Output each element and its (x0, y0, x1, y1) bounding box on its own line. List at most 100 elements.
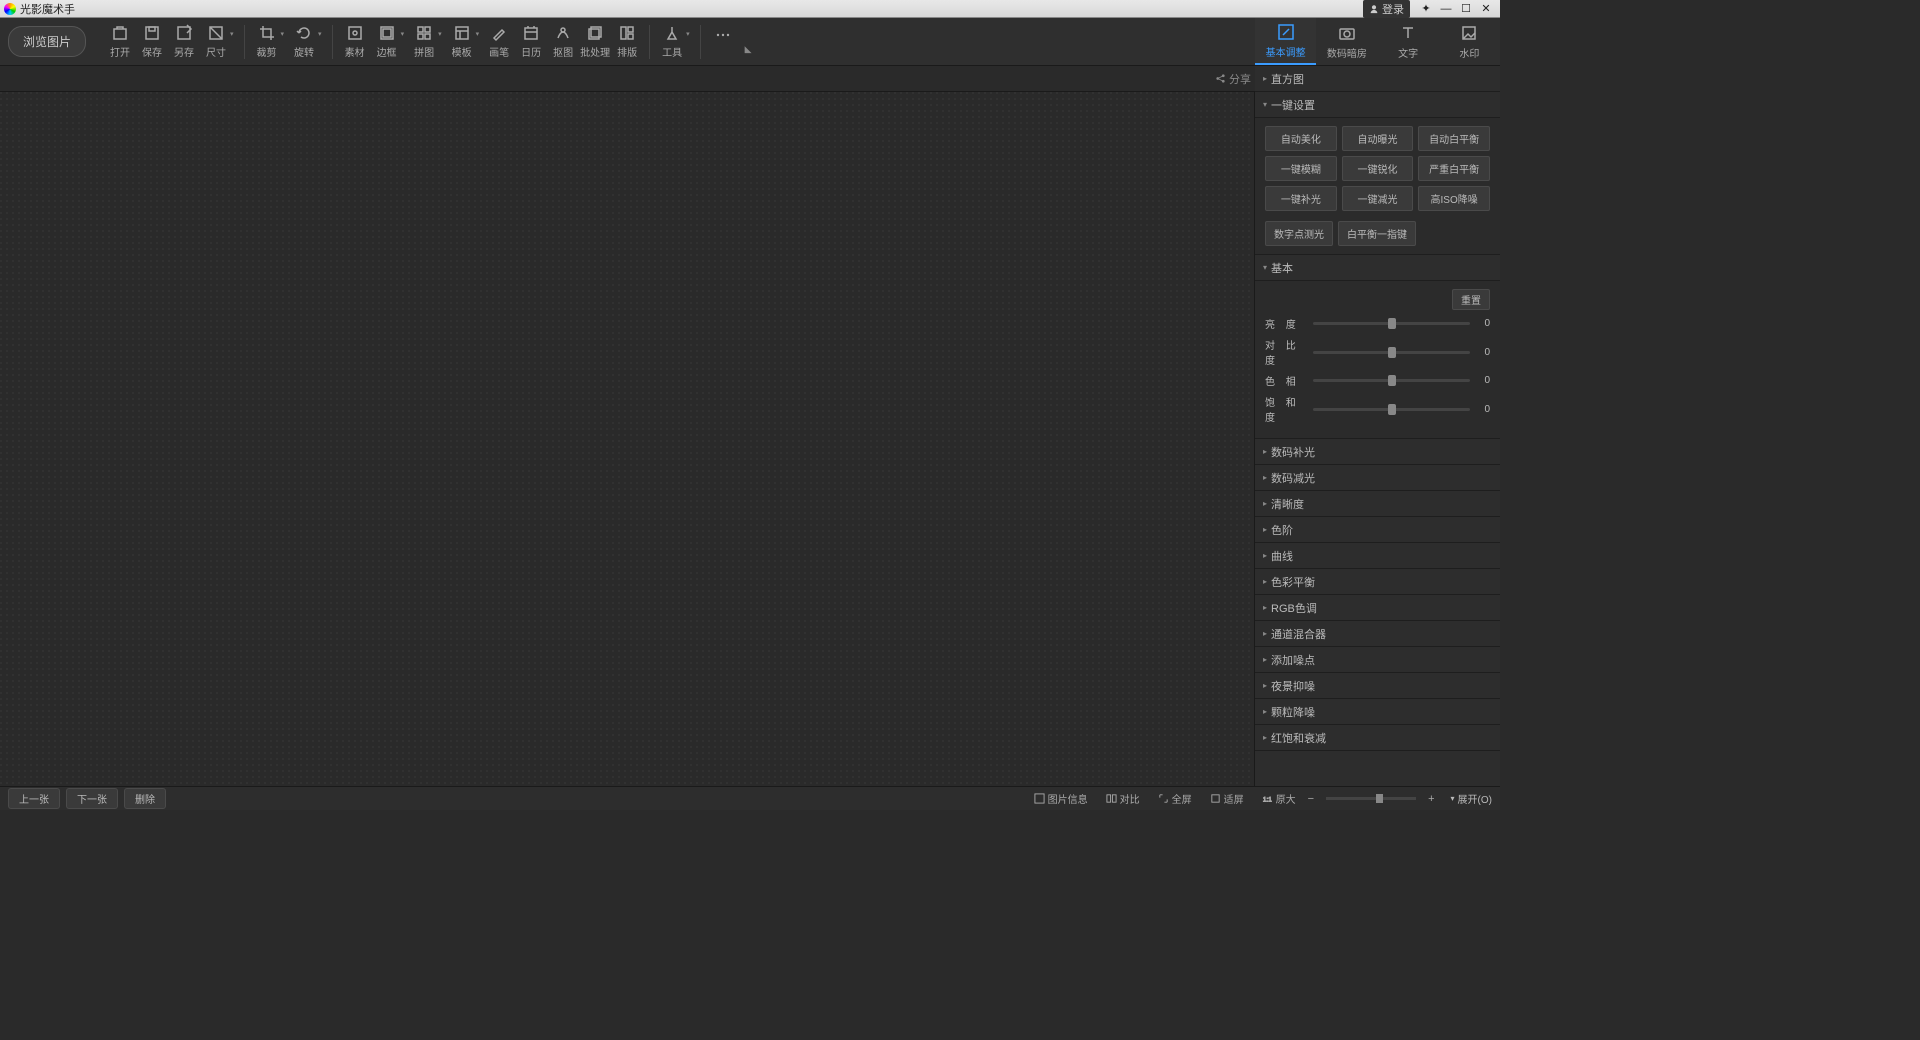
tool-brush[interactable]: 画笔 (483, 24, 515, 59)
section-红饱和衰减[interactable]: ▸红饱和衰减 (1255, 725, 1500, 751)
tab-watermark[interactable]: 水印 (1439, 18, 1500, 65)
expand-panel-button[interactable]: ▾展开(O) (1451, 791, 1492, 806)
tab-basic-adjust[interactable]: 基本调整 (1255, 18, 1316, 65)
dropdown-icon[interactable]: ▾ (401, 30, 405, 38)
section-颗粒降噪[interactable]: ▸颗粒降噪 (1255, 699, 1500, 725)
slider-饱和度: 饱 和 度0 (1265, 394, 1490, 424)
oneclick-body: 自动美化自动曝光自动白平衡一键模糊一键锐化严重白平衡一键补光一键减光高ISO降噪… (1255, 118, 1500, 255)
dropdown-icon[interactable]: ▾ (438, 30, 442, 38)
tool-more[interactable] (707, 26, 739, 57)
settings-icon[interactable]: ✦ (1416, 2, 1436, 15)
tool-layout[interactable]: 排版 (611, 24, 643, 59)
oneclick-白平衡一指键[interactable]: 白平衡一指键 (1338, 221, 1416, 246)
reset-button[interactable]: 重置 (1452, 289, 1490, 310)
slider-对比度: 对 比 度0 (1265, 337, 1490, 367)
canvas-area[interactable] (0, 92, 1254, 786)
calendar-icon (522, 24, 540, 42)
tab-darkroom[interactable]: 数码暗房 (1316, 18, 1377, 65)
user-icon (1369, 4, 1379, 14)
section-histogram[interactable]: ▸直方图 (1255, 66, 1500, 92)
section-数码减光[interactable]: ▸数码减光 (1255, 465, 1500, 491)
maximize-button[interactable]: ☐ (1456, 2, 1476, 15)
section-色彩平衡[interactable]: ▸色彩平衡 (1255, 569, 1500, 595)
section-添加噪点[interactable]: ▸添加噪点 (1255, 647, 1500, 673)
image-info-button[interactable]: 图片信息 (1034, 791, 1088, 806)
oneclick-一键减光[interactable]: 一键减光 (1342, 186, 1414, 211)
oneclick-自动曝光[interactable]: 自动曝光 (1342, 126, 1414, 151)
section-oneclick[interactable]: ▾一键设置 (1255, 92, 1500, 118)
bottom-bar: 上一张 下一张 删除 图片信息 对比 全屏 适屏 1:1原大 − + ▾展开(O… (0, 786, 1500, 810)
tool-template[interactable]: 模板 (446, 24, 478, 59)
login-button[interactable]: 登录 (1363, 0, 1410, 18)
next-image-button[interactable]: 下一张 (66, 788, 118, 809)
oneclick-数字点测光[interactable]: 数字点测光 (1265, 221, 1333, 246)
frame-icon (378, 24, 396, 42)
tool-size[interactable]: 尺寸 (200, 24, 232, 59)
right-panel: 基本调整 数码暗房 文字 水印 ▸直方图 ▾一键设置 自动美化自动曝光自动白平衡… (1254, 92, 1500, 786)
original-size-button[interactable]: 1:1原大 (1262, 791, 1296, 806)
tools2-icon (663, 24, 681, 42)
oneclick-自动美化[interactable]: 自动美化 (1265, 126, 1337, 151)
dropdown-icon[interactable]: ▾ (686, 30, 690, 38)
section-通道混合器[interactable]: ▸通道混合器 (1255, 621, 1500, 647)
tool-batch[interactable]: 批处理 (579, 24, 611, 59)
oneclick-自动白平衡[interactable]: 自动白平衡 (1418, 126, 1490, 151)
oneclick-严重白平衡[interactable]: 严重白平衡 (1418, 156, 1490, 181)
tool-material[interactable]: 素材 (339, 24, 371, 59)
oneclick-高ISO降噪[interactable]: 高ISO降噪 (1418, 186, 1490, 211)
zoom-in-icon[interactable]: + (1428, 793, 1434, 805)
tool-saveas[interactable]: 另存 (168, 24, 200, 59)
section-曲线[interactable]: ▸曲线 (1255, 543, 1500, 569)
oneclick-一键锐化[interactable]: 一键锐化 (1342, 156, 1414, 181)
dropdown-icon[interactable]: ▾ (476, 30, 480, 38)
compare-button[interactable]: 对比 (1106, 791, 1140, 806)
tool-crop[interactable]: 裁剪 (251, 24, 283, 59)
crop-icon (258, 24, 276, 42)
oneclick-一键补光[interactable]: 一键补光 (1265, 186, 1337, 211)
tool-tools2[interactable]: 工具 (656, 24, 688, 59)
layout-icon (618, 24, 636, 42)
text-icon (1398, 23, 1418, 43)
dropdown-icon[interactable]: ▾ (281, 30, 285, 38)
basic-body: 重置 亮 度0对 比 度0色 相0饱 和 度0 (1255, 281, 1500, 439)
tool-cutout[interactable]: 抠图 (547, 24, 579, 59)
batch-icon (586, 24, 604, 42)
prev-image-button[interactable]: 上一张 (8, 788, 60, 809)
brush-icon (490, 24, 508, 42)
slider-色相: 色 相0 (1265, 373, 1490, 388)
saveas-icon (175, 24, 193, 42)
dropdown-icon[interactable]: ▾ (230, 30, 234, 38)
tool-save[interactable]: 保存 (136, 24, 168, 59)
oneclick-一键模糊[interactable]: 一键模糊 (1265, 156, 1337, 181)
close-button[interactable]: ✕ (1476, 2, 1496, 15)
tool-collage[interactable]: 拼图 (408, 24, 440, 59)
slider-track[interactable] (1313, 351, 1470, 354)
browse-images-button[interactable]: 浏览图片 (8, 26, 86, 57)
slider-track[interactable] (1313, 322, 1470, 325)
section-数码补光[interactable]: ▸数码补光 (1255, 439, 1500, 465)
delete-image-button[interactable]: 删除 (124, 788, 166, 809)
zoom-slider[interactable] (1326, 797, 1416, 800)
tool-frame[interactable]: 边框 (371, 24, 403, 59)
save-icon (143, 24, 161, 42)
section-basic[interactable]: ▾基本 (1255, 255, 1500, 281)
fullscreen-button[interactable]: 全屏 (1158, 791, 1192, 806)
zoom-out-icon[interactable]: − (1308, 793, 1314, 805)
tool-calendar[interactable]: 日历 (515, 24, 547, 59)
fit-screen-button[interactable]: 适屏 (1210, 791, 1244, 806)
dropdown-icon[interactable]: ▾ (318, 30, 322, 38)
toolbar-resize-icon[interactable]: ◣ (745, 44, 752, 55)
tab-text[interactable]: 文字 (1378, 18, 1439, 65)
tool-rotate[interactable]: 旋转 (288, 24, 320, 59)
slider-track[interactable] (1313, 379, 1470, 382)
section-夜景抑噪[interactable]: ▸夜景抑噪 (1255, 673, 1500, 699)
slider-track[interactable] (1313, 408, 1470, 411)
title-bar: 光影魔术手 登录 ✦ — ☐ ✕ (0, 0, 1500, 18)
minimize-button[interactable]: — (1436, 3, 1456, 15)
material-icon (346, 24, 364, 42)
section-清晰度[interactable]: ▸清晰度 (1255, 491, 1500, 517)
share-button[interactable]: 分享 (1215, 71, 1251, 87)
tool-open[interactable]: 打开 (104, 24, 136, 59)
section-色阶[interactable]: ▸色阶 (1255, 517, 1500, 543)
section-RGB色调[interactable]: ▸RGB色调 (1255, 595, 1500, 621)
